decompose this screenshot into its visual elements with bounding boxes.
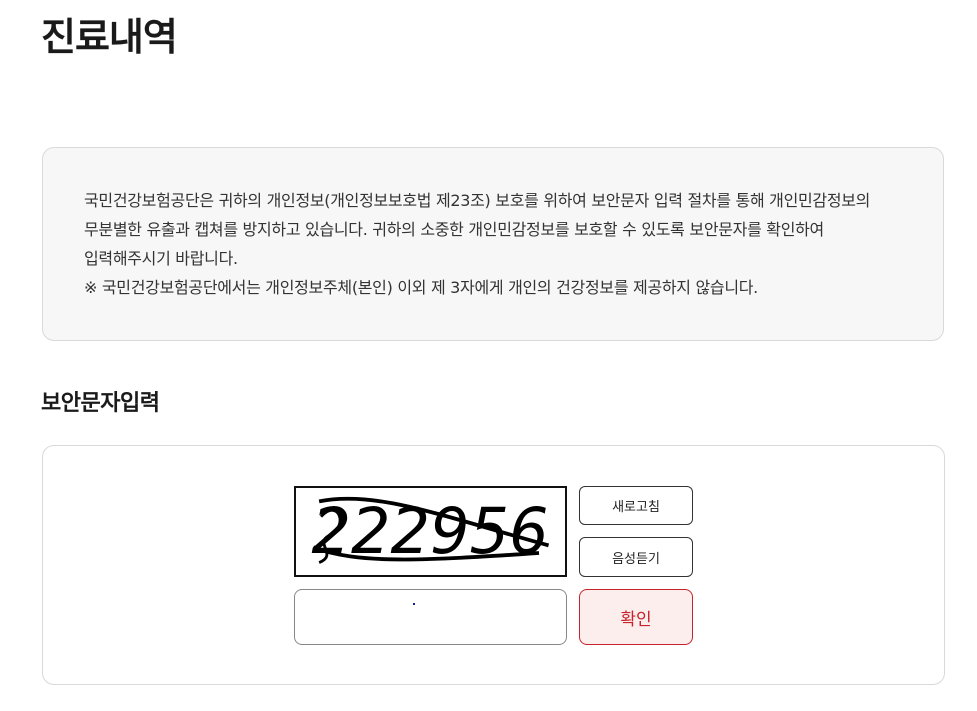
captcha-input[interactable] [294,589,567,645]
notice-paragraph-main: 국민건강보험공단은 귀하의 개인정보(개인정보보호법 제23조) 보호를 위하여… [84,191,871,268]
refresh-captcha-button[interactable]: 새로고침 [579,486,693,525]
page-title: 진료내역 [41,15,178,59]
privacy-notice-text: 국민건강보험공단은 귀하의 개인정보(개인정보보호법 제23조) 보호를 위하여… [84,186,914,302]
notice-paragraph-disclaimer: ※ 국민건강보험공단에서는 개인정보주체(본인) 이외 제 3자에게 개인의 건… [84,278,758,297]
privacy-notice-box: 국민건강보험공단은 귀하의 개인정보(개인정보보호법 제23조) 보호를 위하여… [42,147,944,341]
confirm-button[interactable]: 확인 [579,589,693,645]
captcha-image: 222956 [294,486,567,577]
captcha-section-title: 보안문자입력 [41,391,160,416]
audio-captcha-button[interactable]: 음성듣기 [579,537,693,577]
text-cursor [413,603,415,605]
